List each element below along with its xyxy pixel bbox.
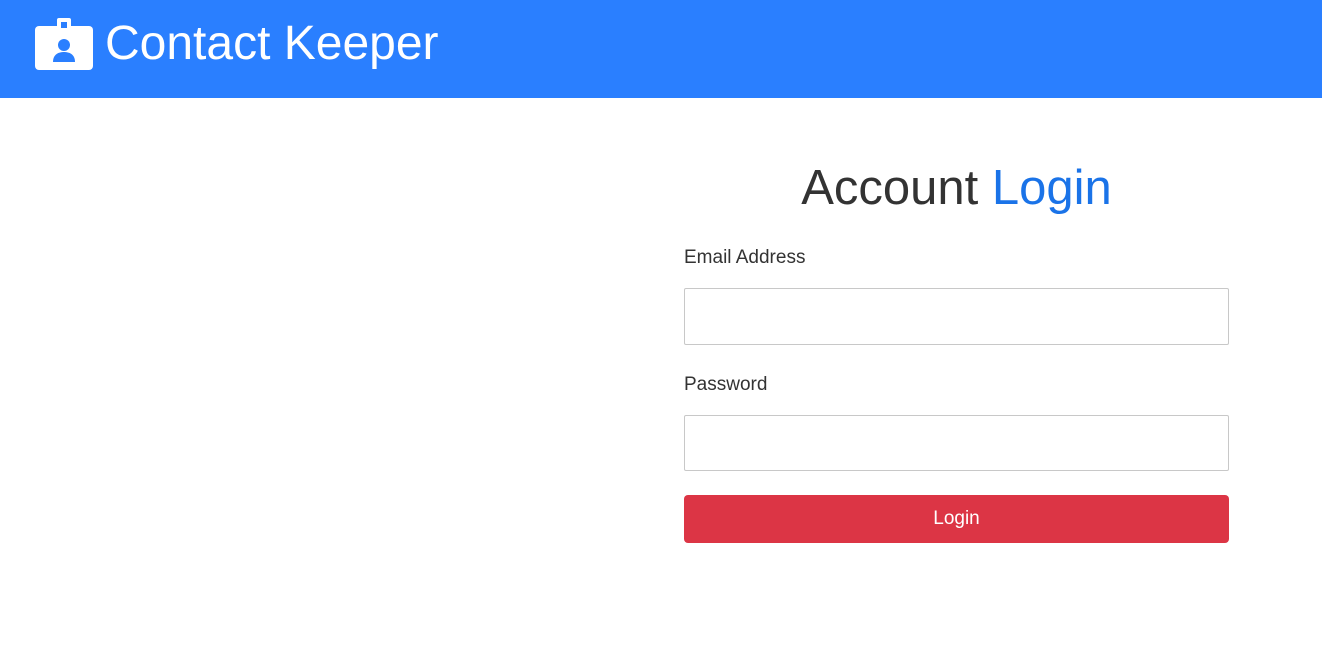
email-field[interactable]	[684, 288, 1229, 345]
password-label: Password	[684, 374, 768, 395]
login-button[interactable]: Login	[684, 495, 1229, 543]
password-field[interactable]	[684, 415, 1229, 471]
app-title: Contact Keeper	[105, 17, 439, 70]
page-title-accent: Login	[991, 161, 1112, 215]
email-label: Email Address	[684, 247, 806, 268]
navbar: Contact Keeper	[0, 0, 1322, 98]
id-badge-icon	[35, 18, 93, 70]
page-title: Account Login	[684, 150, 1229, 226]
login-form: Account Login Email Address Password Log…	[684, 150, 1229, 543]
page-title-prefix: Account	[801, 161, 979, 215]
brand[interactable]: Contact Keeper	[35, 16, 439, 72]
